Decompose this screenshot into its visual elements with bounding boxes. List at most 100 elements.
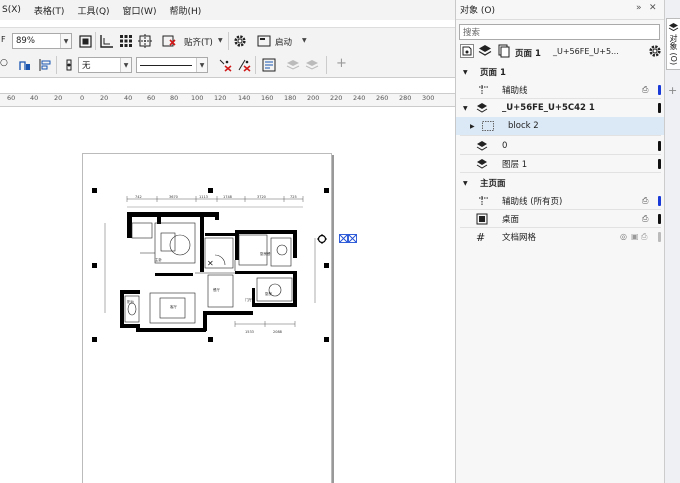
- page-icon[interactable]: [497, 44, 511, 58]
- chevron-down-icon[interactable]: ▼: [302, 37, 307, 44]
- tree-label: 主页面: [480, 179, 506, 189]
- rulers-icon[interactable]: [100, 34, 114, 48]
- chevron-down-icon[interactable]: ▼: [120, 58, 131, 72]
- circle-option-icon[interactable]: ○: [0, 58, 8, 68]
- lock-icon[interactable]: ▣: [631, 232, 639, 241]
- tree-guides-all-pages[interactable]: 辅助线 (所有页) ⎙: [456, 192, 665, 210]
- drawing-app: S(X) 表格(T) 工具(Q) 窗口(W) 帮助(H) F 89% ▼ 贴齐(…: [0, 0, 455, 483]
- layer-color-swatch[interactable]: [658, 214, 661, 224]
- tree-label: 页面 1: [480, 68, 506, 78]
- print-lock-icon[interactable]: ⎙: [642, 214, 651, 223]
- align-icon[interactable]: [38, 58, 52, 72]
- guidelines-icon[interactable]: [138, 34, 152, 48]
- zoom-combo[interactable]: 89% ▼: [12, 33, 72, 49]
- ruler-tick: 180: [284, 94, 297, 102]
- layer-color-swatch[interactable]: [658, 232, 661, 242]
- guides-icon: [478, 84, 490, 96]
- text-properties-icon[interactable]: [262, 58, 276, 72]
- node-edit-icon[interactable]: [18, 58, 32, 72]
- search-input[interactable]: 搜索: [459, 24, 660, 40]
- layers-icon[interactable]: [478, 44, 492, 58]
- horizontal-ruler[interactable]: 60 40 20 0 20 40 60 80 100 120 140 160 1…: [0, 93, 455, 107]
- tree-divider: [460, 172, 661, 173]
- menu-item-tools[interactable]: 工具(Q): [77, 4, 109, 17]
- outline-style-combo[interactable]: ▼: [136, 57, 208, 73]
- layers-icon: [476, 102, 488, 114]
- chevron-down-icon[interactable]: ▼: [218, 37, 223, 44]
- grid-icon[interactable]: [119, 34, 133, 48]
- stack-layers-icon: [305, 58, 319, 72]
- fill-combo[interactable]: 无 ▼: [78, 57, 132, 73]
- group-icon: [482, 121, 494, 131]
- expand-caret-icon[interactable]: ▶: [470, 123, 475, 130]
- tree-desktop[interactable]: 桌面 ⎙: [456, 210, 665, 228]
- layer-color-swatch[interactable]: [658, 85, 661, 95]
- svg-text:1113: 1113: [199, 195, 208, 199]
- collapse-caret-icon[interactable]: ▼: [463, 180, 468, 187]
- ruler-tick: 100: [191, 94, 204, 102]
- tree-layer-0[interactable]: 0: [456, 137, 665, 155]
- snap-to-label[interactable]: 贴齐(T): [184, 36, 213, 48]
- add-tab-icon[interactable]: +: [668, 84, 677, 97]
- fill-value: 无: [82, 61, 91, 71]
- layers-icon: [476, 140, 488, 152]
- tree-block-2[interactable]: ▶ block 2: [456, 117, 665, 135]
- tree-document-grid[interactable]: # 文档网格 ◎ ▣ ⎙: [456, 228, 665, 246]
- collapse-caret-icon[interactable]: ▼: [463, 69, 468, 76]
- tree-layer-1[interactable]: 图层 1: [456, 155, 665, 173]
- collapse-caret-icon[interactable]: ▼: [463, 105, 468, 112]
- full-screen-preview-icon[interactable]: [78, 34, 92, 48]
- ruler-tick: 200: [307, 94, 320, 102]
- docker-options-gear-icon[interactable]: [648, 44, 662, 58]
- ruler-tick: 20: [54, 94, 63, 102]
- current-layer-label[interactable]: _U+56FE_U+5...: [553, 47, 619, 56]
- ruler-tick: 40: [124, 94, 133, 102]
- layers-icon: [668, 22, 679, 33]
- launch-icon[interactable]: [257, 34, 271, 48]
- tree-layer-header[interactable]: ▼ _U+56FE_U+5C42 1: [456, 99, 665, 117]
- docker-tab-strip: 对象 (O) +: [664, 0, 680, 483]
- ruler-tick: 40: [30, 94, 39, 102]
- drawing-canvas[interactable]: ✕ 74236701113 17483720725 15332088: [0, 107, 455, 483]
- snap-off-icon[interactable]: [162, 34, 176, 48]
- close-icon[interactable]: ✕: [649, 3, 657, 13]
- print-lock-icon[interactable]: ⎙: [641, 232, 647, 242]
- chevron-double-right-icon[interactable]: »: [636, 3, 642, 13]
- tree-guides[interactable]: 辅助线 ⎙: [456, 81, 665, 99]
- svg-text:742: 742: [135, 195, 142, 199]
- svg-text:1533: 1533: [245, 330, 254, 334]
- layer-color-swatch[interactable]: [658, 103, 661, 113]
- current-page-label[interactable]: 页面 1: [515, 47, 541, 59]
- toolbar-separator: [326, 56, 327, 74]
- search-placeholder: 搜索: [463, 28, 481, 38]
- layer-color-swatch[interactable]: [658, 141, 661, 151]
- layer-color-swatch[interactable]: [658, 196, 661, 206]
- fill-bucket-icon[interactable]: [62, 58, 76, 72]
- launch-label[interactable]: 启动: [275, 36, 292, 48]
- menu-item-s[interactable]: S(X): [2, 5, 21, 15]
- menu-item-window[interactable]: 窗口(W): [123, 4, 157, 17]
- chevron-down-icon[interactable]: ▼: [60, 34, 71, 48]
- standard-toolbar: F 89% ▼ 贴齐(T) ▼ 启动 ▼: [0, 27, 455, 53]
- tree-page-1[interactable]: ▼ 页面 1: [456, 63, 665, 81]
- clear-transform-icon[interactable]: [237, 58, 251, 72]
- tree-label: _U+56FE_U+5C42 1: [502, 103, 595, 113]
- floor-plan-drawing[interactable]: 742 3670 1113 1748 3720 725 1533 2088 主卧 厨房餐客厅…: [95, 193, 325, 338]
- layer-color-swatch[interactable]: [658, 159, 661, 169]
- property-bar: ○ 无 ▼ ▼ +: [0, 53, 455, 78]
- visibility-off-icon[interactable]: ◎: [620, 232, 627, 241]
- objects-docker: 对象 (O) » ✕ 搜索 页面 1 _U+56FE_U+5... ▼ 页面 1…: [455, 0, 665, 483]
- print-lock-icon[interactable]: ⎙: [642, 196, 651, 205]
- tree-master-page[interactable]: ▼ 主页面: [456, 174, 665, 192]
- chevron-down-icon[interactable]: ▼: [196, 58, 207, 72]
- menu-item-table[interactable]: 表格(T): [34, 4, 65, 17]
- ruler-tick: 220: [330, 94, 343, 102]
- docker-toolbar: 页面 1 _U+56FE_U+5...: [456, 42, 665, 62]
- print-lock-icon[interactable]: ⎙: [642, 85, 651, 94]
- wrap-text-off-icon[interactable]: [218, 58, 232, 72]
- options-gear-icon[interactable]: [233, 34, 247, 48]
- page-view-toggle-icon[interactable]: [460, 44, 474, 58]
- menu-item-help[interactable]: 帮助(H): [169, 4, 201, 17]
- add-icon[interactable]: +: [336, 56, 347, 71]
- tree-label: block 2: [508, 121, 539, 131]
